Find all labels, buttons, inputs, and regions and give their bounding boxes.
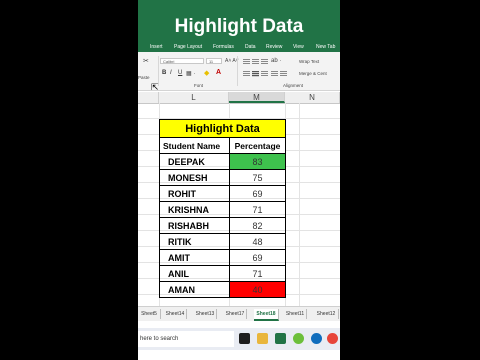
paste-button[interactable]: Paste xyxy=(138,75,150,80)
percentage-cell[interactable]: 83 xyxy=(229,153,286,170)
alignment-group-label: Alignment xyxy=(283,83,304,88)
banner-title: Highlight Data xyxy=(174,16,304,37)
student-name-cell[interactable]: AMIT xyxy=(159,249,230,266)
student-name-cell[interactable]: MONESH xyxy=(159,169,230,186)
align-center-icon[interactable] xyxy=(252,71,259,77)
italic-button[interactable]: I xyxy=(170,69,172,77)
percentage-cell[interactable]: 40 xyxy=(229,281,286,298)
fill-color-icon[interactable]: ◆ xyxy=(204,69,209,77)
wrap-text-button[interactable]: Wrap Text xyxy=(299,59,319,64)
align-bottom-icon[interactable] xyxy=(261,59,268,65)
align-right-icon[interactable] xyxy=(261,71,268,77)
table-row: ROHIT 69 xyxy=(159,185,286,202)
percentage-cell[interactable]: 48 xyxy=(229,233,286,250)
percentage-cell[interactable]: 69 xyxy=(229,249,286,266)
tab-review[interactable]: Review xyxy=(266,44,282,50)
decrease-indent-icon[interactable] xyxy=(271,71,278,77)
column-header-l[interactable]: L xyxy=(159,92,229,103)
underline-button[interactable]: U xyxy=(178,69,182,77)
increase-indent-icon[interactable] xyxy=(280,71,287,77)
column-header-prev[interactable] xyxy=(138,92,159,103)
tab-new-tab[interactable]: New Tab xyxy=(316,44,335,50)
percentage-cell[interactable]: 71 xyxy=(229,265,286,282)
tab-insert[interactable]: Insert xyxy=(150,44,163,50)
tab-page-layout[interactable]: Page Layout xyxy=(174,44,202,50)
font-color-icon[interactable]: A xyxy=(216,69,221,76)
table-row: RITIK 48 xyxy=(159,233,286,250)
align-middle-icon[interactable] xyxy=(252,59,259,65)
student-name-cell[interactable]: ANIL xyxy=(159,265,230,282)
header-percentage[interactable]: Percentage xyxy=(229,137,286,154)
student-name-cell[interactable]: ROHIT xyxy=(159,185,230,202)
header-student-name[interactable]: Student Name xyxy=(159,137,230,154)
percentage-cell[interactable]: 75 xyxy=(229,169,286,186)
percentage-cell[interactable]: 69 xyxy=(229,185,286,202)
student-name-cell[interactable]: AMAN xyxy=(159,281,230,298)
table-row: ANIL 71 xyxy=(159,265,286,282)
borders-icon[interactable]: ▦ · xyxy=(186,70,195,77)
tab-view[interactable]: View xyxy=(293,44,304,50)
student-name-cell[interactable]: RITIK xyxy=(159,233,230,250)
table-row: MONESH 75 xyxy=(159,169,286,186)
highlight-table: Highlight Data Student Name Percentage D… xyxy=(159,119,286,298)
table-title[interactable]: Highlight Data xyxy=(159,119,286,138)
percentage-cell[interactable]: 82 xyxy=(229,217,286,234)
table-body: DEEPAK 83 MONESH 75 ROHIT 69 KRISHNA 71 RISHABH 8… xyxy=(159,153,286,298)
percentage-cell[interactable]: 71 xyxy=(229,201,286,218)
table-row: KRISHNA 71 xyxy=(159,201,286,218)
ribbon: Paste ✂ Calibri 11 A˄ A˅ B I U ▦ · ◆ A F… xyxy=(138,52,340,91)
tab-formulas[interactable]: Formulas xyxy=(213,44,234,50)
student-name-cell[interactable]: KRISHNA xyxy=(159,201,230,218)
table-row: AMAN 40 xyxy=(159,281,286,298)
tab-data[interactable]: Data xyxy=(245,44,256,50)
font-size-select[interactable]: 11 xyxy=(206,58,222,64)
orientation-icon[interactable]: ab · xyxy=(271,58,281,64)
column-header-m[interactable]: M xyxy=(229,92,285,103)
font-name-select[interactable]: Calibri xyxy=(160,58,204,64)
column-header-n[interactable]: N xyxy=(285,92,340,103)
student-name-cell[interactable]: RISHABH xyxy=(159,217,230,234)
table-row: AMIT 69 xyxy=(159,249,286,266)
align-left-icon[interactable] xyxy=(243,71,250,77)
align-top-icon[interactable] xyxy=(243,59,250,65)
student-name-cell[interactable]: DEEPAK xyxy=(159,153,230,170)
bold-button[interactable]: B xyxy=(162,69,166,77)
table-row: RISHABH 82 xyxy=(159,217,286,234)
cut-icon[interactable]: ✂ xyxy=(143,57,149,65)
merge-center-button[interactable]: Merge & Cent xyxy=(299,71,327,76)
font-group-label: Font xyxy=(194,83,204,88)
table-row: DEEPAK 83 xyxy=(159,153,286,170)
title-banner: Highlight Data Insert Page Layout Formul… xyxy=(138,0,340,52)
ribbon-tabs: Insert Page Layout Formulas Data Review … xyxy=(138,43,340,52)
